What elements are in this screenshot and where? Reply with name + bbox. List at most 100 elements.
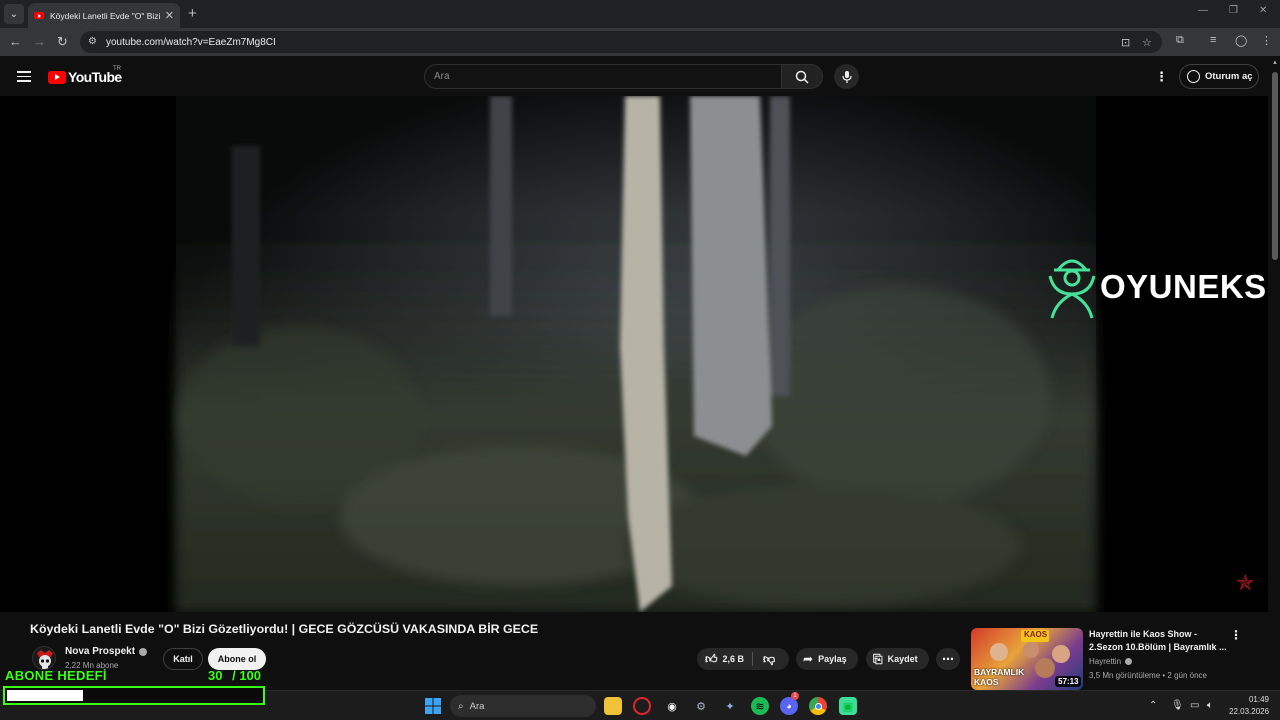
save-label: Kaydet <box>887 654 918 664</box>
microphone-icon <box>841 70 852 83</box>
app-green-icon[interactable]: ▣ <box>839 697 857 715</box>
restore-icon[interactable]: ❐ <box>1229 5 1238 16</box>
obs-icon[interactable]: ◉ <box>663 697 681 715</box>
browser-toolbar: ← → ↻ ⚙ youtube.com/watch?v=EaeZm7Mg8CI … <box>0 28 1280 56</box>
dislike-icon[interactable]: 👎︎ <box>763 652 775 667</box>
channel-name-text: Nova Prospekt <box>65 646 136 657</box>
address-bar[interactable]: ⚙ youtube.com/watch?v=EaeZm7Mg8CI ⊡ ☆ <box>80 31 1162 53</box>
discord-badge: 1 <box>791 692 799 700</box>
menu-icon[interactable] <box>17 71 31 82</box>
share-label: Paylaş <box>818 654 847 664</box>
tray-overflow-icon[interactable]: ⌃ <box>1149 700 1157 711</box>
bookmark-star-icon[interactable]: ☆ <box>1142 36 1152 49</box>
browser-menu-icon[interactable]: ⋮ <box>1261 34 1272 47</box>
scrollbar-thumb[interactable] <box>1272 72 1278 260</box>
taskbar-search-label: Ara <box>469 700 485 712</box>
suggested-video-title[interactable]: Hayrettin ile Kaos Show - 2.Sezon 10.Böl… <box>1089 628 1229 654</box>
search-icon: ⌕ <box>458 700 464 712</box>
search-icon <box>795 70 809 84</box>
share-icon: ➦ <box>803 652 814 666</box>
opera-icon[interactable] <box>633 697 651 715</box>
site-info-icon[interactable]: ⚙ <box>88 36 97 47</box>
spotify-icon[interactable]: ≋ <box>751 697 769 715</box>
clock-date: 22.03.2026 <box>1229 707 1270 716</box>
like-icon[interactable]: 👍︎ <box>705 652 718 667</box>
region-code: TR <box>113 66 121 72</box>
close-tab-icon[interactable]: ✕ <box>165 9 174 22</box>
new-tab-icon[interactable]: + <box>188 5 197 22</box>
signin-label: Oturum aç <box>1205 71 1253 82</box>
thumbnail-caption: BAYRAMLIK KAOS <box>974 667 1024 687</box>
save-button[interactable]: ⎘ Kaydet <box>866 648 929 670</box>
install-app-icon[interactable]: ⊡ <box>1121 36 1130 49</box>
suggested-more-icon[interactable]: ⋮ <box>1230 628 1242 642</box>
oyuneks-logo-icon <box>1048 259 1096 319</box>
subscriber-goal-label: ABONE HEDEFİ <box>5 668 107 683</box>
clock-time: 01:49 <box>1248 695 1269 704</box>
join-button[interactable]: Katıl <box>163 648 203 670</box>
share-button[interactable]: ➦ Paylaş <box>796 648 858 670</box>
save-icon: ⎘ <box>873 651 883 666</box>
suggested-channel[interactable]: Hayrettin <box>1089 657 1133 666</box>
tray-display-icon[interactable]: ▭ <box>1190 700 1199 711</box>
profile-icon[interactable]: ◯ <box>1235 34 1247 47</box>
video-frame <box>0 96 1268 612</box>
search-input[interactable]: Ara <box>424 64 782 89</box>
like-dislike-group: 👍︎ 2,6 B 👎︎ <box>697 648 789 670</box>
steam-icon[interactable]: ⚙ <box>692 697 710 715</box>
scroll-up-icon[interactable]: ▲ <box>1272 60 1278 66</box>
page-scrollbar[interactable]: ▲ ▼ <box>1271 60 1279 720</box>
like-count[interactable]: 2,6 B <box>723 654 745 664</box>
tab-search-button[interactable]: ⌄ <box>4 4 24 24</box>
reload-icon[interactable]: ↻ <box>57 34 68 50</box>
tab-title: Köydeki Lanetli Evde "O" Bizi Gözetliyor… <box>50 10 161 21</box>
voice-search-button[interactable] <box>834 64 859 89</box>
forward-icon[interactable]: → <box>33 34 46 49</box>
discord-icon[interactable]: ◕ 1 <box>780 692 799 715</box>
system-clock[interactable]: 01:49 22.03.2026 <box>1229 694 1269 718</box>
back-icon[interactable]: ← <box>9 34 22 49</box>
close-window-icon[interactable]: ✕ <box>1259 5 1267 16</box>
subscriber-goal-fill <box>7 690 83 701</box>
subscriber-goal-count: 30 / 100 <box>208 668 261 683</box>
file-explorer-icon[interactable] <box>604 697 622 715</box>
video-player[interactable]: OYUNEKS ✯ <box>0 96 1268 612</box>
suggested-meta: 3,5 Mn görüntüleme • 2 gün önce <box>1089 671 1207 680</box>
watermark-text: OYUNEKS <box>1100 268 1267 305</box>
goal-current: 30 <box>208 668 223 683</box>
youtube-play-icon <box>48 70 66 84</box>
minimize-icon[interactable]: — <box>1198 5 1208 16</box>
search-button[interactable] <box>781 64 823 89</box>
skull-avatar-icon <box>33 647 55 669</box>
app-icon[interactable]: ✦ <box>721 697 739 715</box>
video-duration: 57:13 <box>1055 676 1082 687</box>
channel-name[interactable]: Nova Prospekt <box>65 646 148 657</box>
settings-menu-icon[interactable]: ⋮ <box>1155 69 1168 85</box>
tray-volume-icon[interactable]: 🔈︎ <box>1207 700 1213 711</box>
youtube-logo[interactable]: YouTube TR <box>48 66 122 85</box>
thumbnail-caption-line1: BAYRAMLIK <box>974 667 1025 677</box>
chrome-icon[interactable] <box>809 697 827 715</box>
tray-mic-icon[interactable]: 🎙︎ <box>1171 700 1184 711</box>
thumbnail-badge: KAOS <box>1024 630 1048 639</box>
channel-avatar[interactable] <box>32 646 56 670</box>
pentagram-icon: ✯ <box>1236 570 1255 595</box>
divider <box>752 652 753 666</box>
thumbnail-caption-line2: KAOS <box>974 677 999 687</box>
signin-button[interactable]: Oturum aç <box>1179 64 1259 89</box>
subscriber-goal-bar <box>3 686 265 705</box>
oyuneks-watermark: OYUNEKS <box>1048 252 1267 322</box>
windows-start-icon[interactable] <box>424 697 442 715</box>
more-actions-icon[interactable]: ⋯ <box>936 648 960 670</box>
account-icon <box>1187 70 1200 83</box>
suggested-channel-name: Hayrettin <box>1089 657 1122 666</box>
taskbar-search[interactable]: ⌕ Ara <box>450 695 596 717</box>
video-title: Köydeki Lanetli Evde "O" Bizi Gözetliyor… <box>30 622 539 636</box>
subscribe-button[interactable]: Abone ol <box>208 648 266 670</box>
browser-tab-bar: ⌄ Köydeki Lanetli Evde "O" Bizi Gözetliy… <box>0 0 1280 28</box>
goal-total: / 100 <box>232 668 262 683</box>
verified-icon <box>1125 658 1133 665</box>
extensions-icon[interactable]: ⧉ <box>1176 34 1184 47</box>
media-controls-icon[interactable]: ≡ <box>1210 34 1216 46</box>
browser-tab[interactable]: Köydeki Lanetli Evde "O" Bizi Gözetliyor… <box>28 3 180 28</box>
